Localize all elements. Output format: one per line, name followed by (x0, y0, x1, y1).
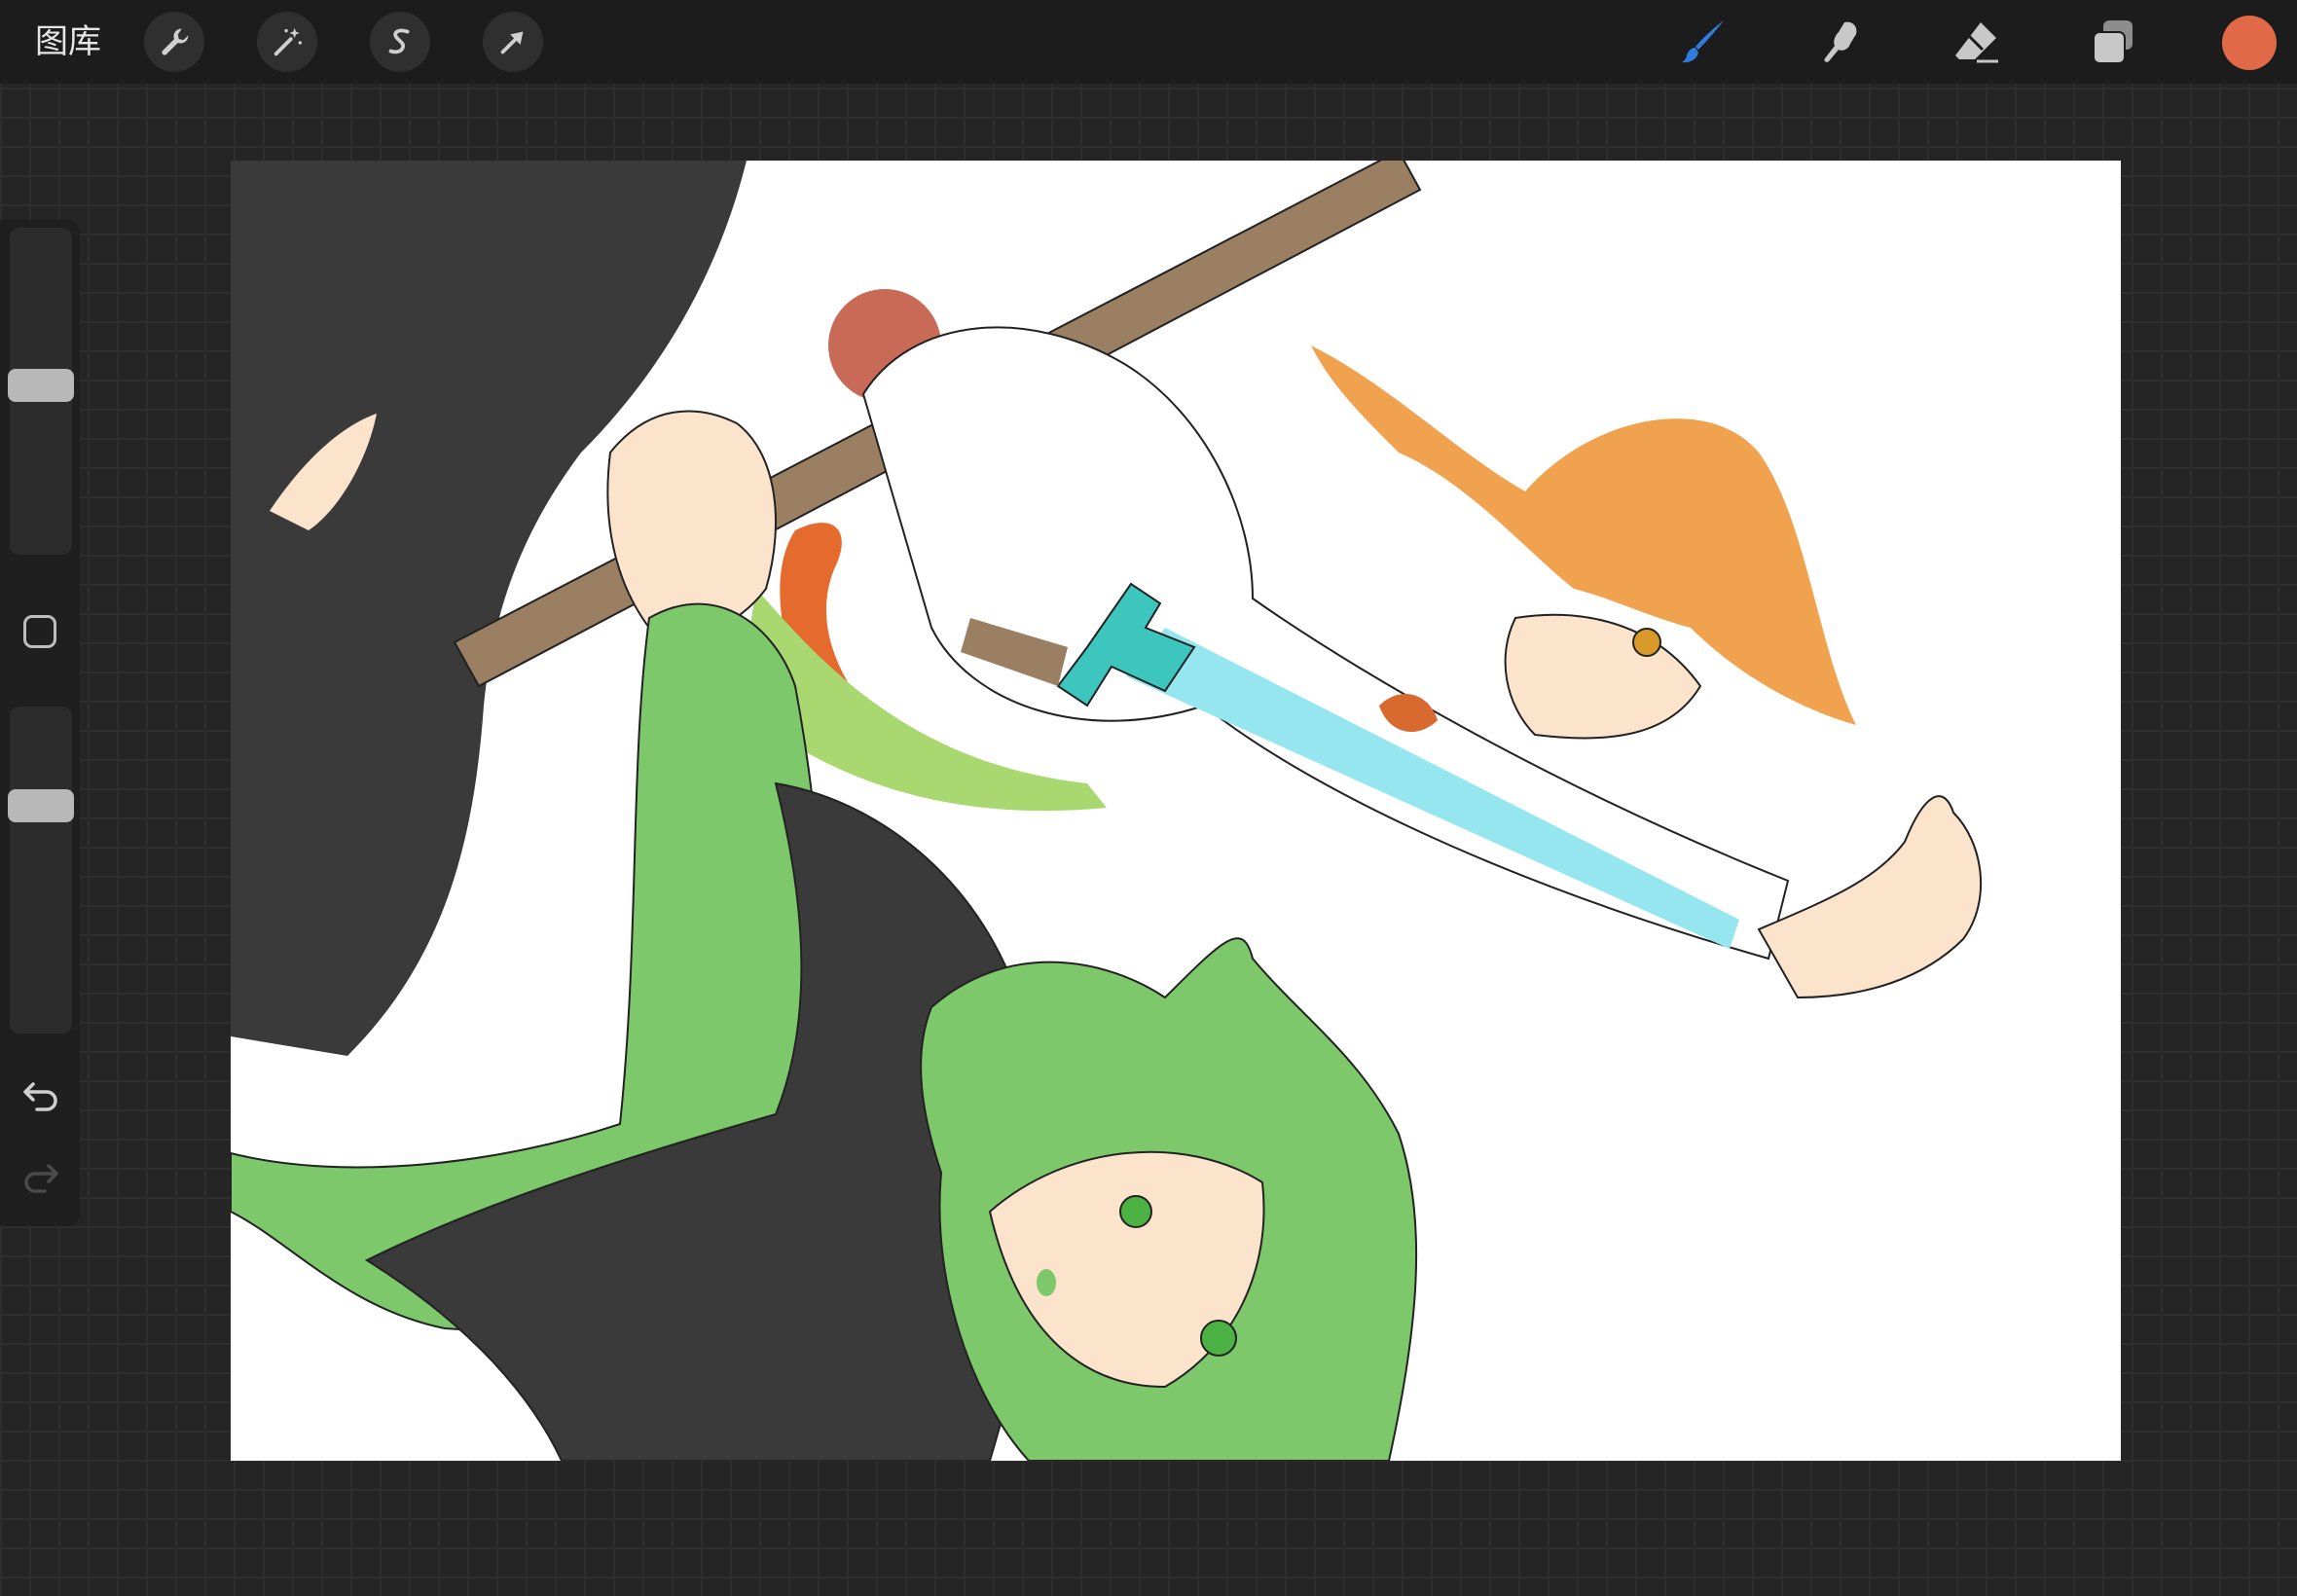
gallery-button[interactable]: 图库 (35, 19, 101, 64)
brush-tool-button[interactable] (1676, 14, 1732, 70)
eraser-tool-button[interactable] (1949, 14, 2005, 70)
undo-icon[interactable] (19, 1074, 62, 1117)
color-picker-button[interactable] (2222, 16, 2277, 70)
adjustments-button[interactable] (257, 12, 317, 72)
orange-face-shape (1504, 613, 1702, 740)
arrow-cursor-icon (500, 31, 524, 54)
green-cheek-mark (1037, 1269, 1056, 1296)
eraser-icon (1955, 22, 1998, 63)
orange-eye (1632, 628, 1661, 657)
smudge-tool-button[interactable] (1812, 14, 1869, 70)
layers-button[interactable] (2085, 14, 2141, 70)
top-toolbar: 图库 (0, 0, 2297, 84)
left-sidebar (0, 220, 80, 1226)
opacity-slider[interactable] (8, 707, 74, 1034)
artwork (231, 161, 1983, 1461)
brush-size-slider[interactable] (8, 228, 74, 555)
smudge-finger-icon (1824, 21, 1857, 62)
square-modifier-icon[interactable] (23, 615, 56, 648)
layers-icon (2093, 20, 2133, 64)
green-eye-upper (1119, 1195, 1152, 1228)
opacity-slider-thumb[interactable] (8, 789, 74, 822)
magic-wand-icon (273, 27, 303, 56)
reaching-hand-shape (1757, 795, 1983, 999)
green-eye-lower (1200, 1320, 1237, 1357)
redo-icon[interactable] (19, 1156, 62, 1199)
actions-button[interactable] (144, 12, 204, 72)
selection-button[interactable] (370, 12, 430, 72)
drawing-canvas[interactable] (231, 161, 2121, 1461)
wrench-icon (162, 28, 189, 55)
transform-button[interactable] (483, 12, 543, 72)
brush-icon (1682, 20, 1724, 63)
holding-hand-shape (606, 410, 777, 636)
selection-s-icon (388, 28, 410, 54)
brush-size-slider-thumb[interactable] (8, 369, 74, 402)
